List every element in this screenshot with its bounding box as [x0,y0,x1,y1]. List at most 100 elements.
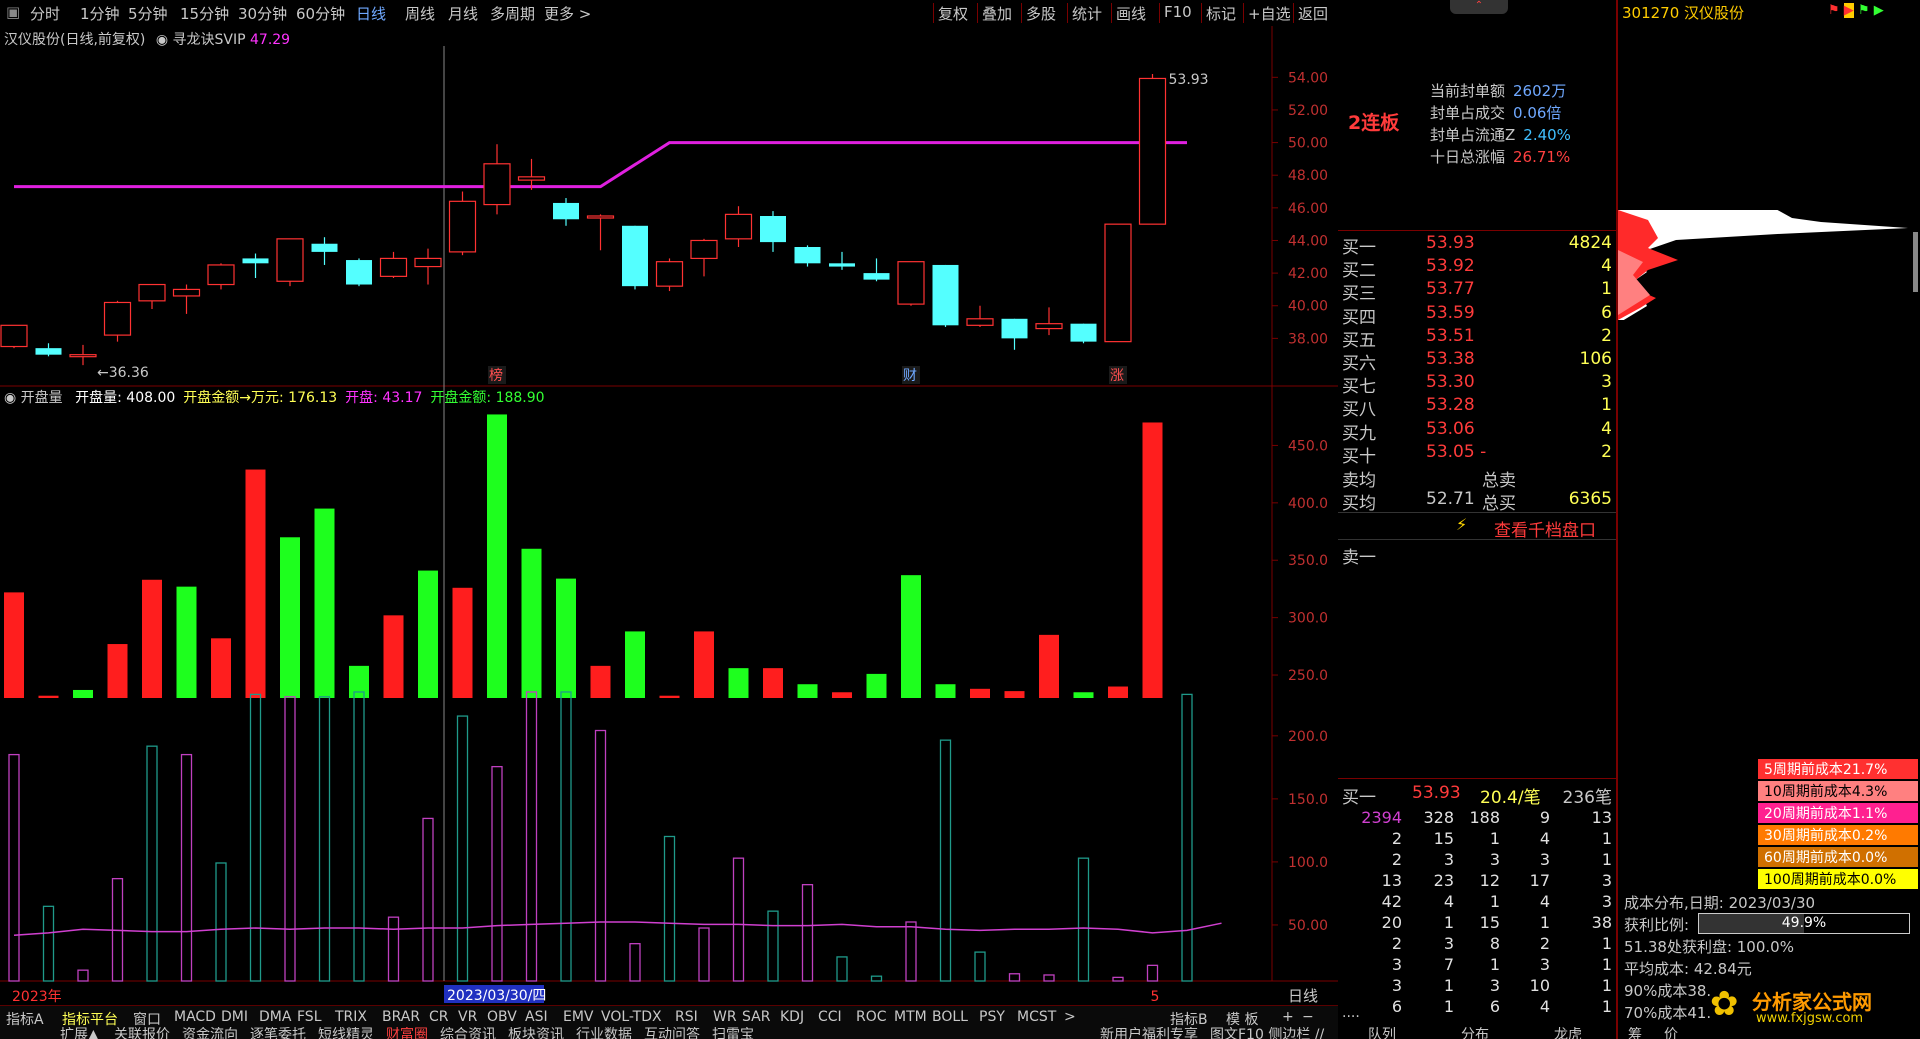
bid-row[interactable]: 买九 53.06 4 [1338,419,1618,444]
cost-distribution-chart[interactable] [1618,200,1920,380]
info-tab[interactable]: 新用户福利专享 [1100,1027,1198,1039]
indicator-tab[interactable]: MACD [174,1009,216,1025]
volume-bar[interactable] [418,570,438,698]
period-tab[interactable]: 5分钟 [128,3,168,24]
candle[interactable] [276,238,304,287]
bid-row[interactable]: 买八 53.28 1 [1338,395,1618,420]
arrow-icon[interactable]: ▶ [1874,3,1884,18]
volume-bar[interactable] [694,631,714,698]
event-marker[interactable]: 财 [903,368,917,384]
info-tab[interactable]: 财富圈 [386,1027,428,1039]
indicator-tab[interactable]: 指标B [1170,1009,1208,1029]
volume-bar[interactable] [590,665,611,698]
indicator-tab[interactable]: OBV [487,1009,517,1025]
indicator-tab[interactable]: PSY [979,1009,1005,1025]
volume-bar[interactable] [211,638,231,698]
toolbar-button[interactable]: 返回 [1298,3,1328,24]
volume-bar[interactable] [1142,422,1163,698]
info-tab[interactable]: 关联报价 [114,1027,170,1039]
indicator-tab[interactable]: FSL [297,1009,322,1025]
indicator-tab[interactable]: EMV [563,1009,594,1025]
candle[interactable] [448,191,477,256]
indicator-tab[interactable]: RSI [675,1009,698,1025]
info-tab[interactable]: 图文F10 侧边栏 // [1210,1027,1324,1039]
info-tab[interactable]: 短线精灵 [318,1027,374,1039]
volume-bar[interactable] [866,673,887,698]
volume-bar[interactable] [280,537,300,698]
info-tab[interactable]: 扫雷宝 [712,1027,754,1039]
bid-row[interactable]: 买七 53.30 3 [1338,372,1618,397]
period-tab[interactable]: 多周期 [490,3,535,24]
red-flag-icon[interactable]: ⚑ [1828,3,1840,18]
period-tab[interactable]: 月线 [448,3,478,24]
indicator-tab[interactable]: 模 板 [1226,1009,1258,1029]
bid-row[interactable]: 买五 53.51 2 [1338,326,1618,351]
cost-legend-item[interactable]: 60周期前成本0.0% [1758,847,1918,867]
volume-bar[interactable] [452,587,473,698]
indicator-tab[interactable]: VR [458,1009,477,1025]
indicator-tab[interactable]: SAR [742,1009,770,1025]
indicator-tab[interactable]: BRAR [382,1009,420,1025]
info-tab[interactable]: 板块资讯 [508,1027,564,1039]
info-tab[interactable]: 逐笔委托 [250,1027,306,1039]
volume-bar[interactable] [935,684,956,698]
volume-bar[interactable] [107,644,128,698]
indicator-tab[interactable]: CCI [818,1009,842,1025]
volume-bar[interactable] [797,684,818,698]
candle[interactable] [1070,323,1097,344]
volume-bar[interactable] [1004,691,1025,698]
event-marker[interactable]: 榜 [489,367,503,384]
indicator-tab[interactable]: 指标A [6,1009,44,1029]
eye-icon[interactable]: ◉ [156,32,168,48]
eye-icon[interactable]: ◉ [4,390,16,406]
volume-bar[interactable] [38,695,59,698]
volume-bar[interactable] [1108,686,1128,698]
volume-bar[interactable] [521,548,542,698]
volume-bar[interactable] [487,414,507,698]
indicator-tab[interactable]: VOL-TDX [601,1009,662,1025]
indicator-tab[interactable]: ASI [525,1009,548,1025]
indicator-tab[interactable]: 窗口 [133,1009,161,1029]
info-tab[interactable]: 综合资讯 [440,1027,496,1039]
flag-icons[interactable]: ⚑ ▶ ⚑ ▶ [1828,3,1884,18]
candle[interactable] [897,261,925,306]
volume-bar[interactable] [4,592,24,698]
volume-bar[interactable] [314,508,335,698]
volume-bar[interactable] [245,469,266,698]
indicator-tab[interactable]: BOLL [932,1009,968,1025]
period-tab[interactable]: 15分钟 [180,3,229,24]
bid-row[interactable]: 买一 53.93 4824 [1338,233,1618,258]
bid-row[interactable]: 买三 53.77 1 [1338,279,1618,304]
order-panel-tab[interactable]: 龙虎 [1554,1027,1582,1039]
volume-bar[interactable] [349,665,369,698]
volume-bar[interactable] [1073,692,1094,698]
cost-panel-tab[interactable]: 价 [1664,1027,1678,1039]
toolbar-button[interactable]: 统计 [1072,3,1102,24]
bid-row[interactable]: 买十 53.05 - 2 [1338,442,1618,467]
indicator-tab[interactable]: ROC [856,1009,887,1025]
indicator-tab[interactable]: MTM [894,1009,927,1025]
indicator-tab[interactable]: + [1282,1009,1294,1025]
order-panel-tab[interactable]: 分布 [1461,1027,1489,1039]
toolbar-button[interactable]: 标记 [1206,3,1236,24]
period-tab[interactable]: 周线 [405,3,435,24]
indicator-tab[interactable]: DMA [259,1009,291,1025]
indicator-tab[interactable]: DMI [221,1009,248,1025]
menu-icon[interactable]: ▣ [6,3,20,21]
green-flag-icon[interactable]: ⚑ [1858,3,1870,18]
period-tab[interactable]: 日线 [356,3,386,24]
toolbar-button[interactable]: 画线 [1116,3,1146,24]
candle[interactable] [0,324,28,349]
volume-bar[interactable] [142,579,162,698]
toolbar-button[interactable]: 复权 [938,3,968,24]
bid-row[interactable]: 买四 53.59 6 [1338,303,1618,328]
indicator-tab[interactable]: MCST [1017,1009,1056,1025]
candle[interactable] [1138,74,1167,225]
indicator-tab[interactable]: TRIX [335,1009,367,1025]
period-tab[interactable]: 分时 [30,3,60,24]
bid-row[interactable]: 买二 53.92 4 [1338,256,1618,281]
cost-legend-item[interactable]: 30周期前成本0.2% [1758,825,1918,845]
volume-bar[interactable] [832,692,852,698]
info-tab[interactable]: 行业数据 [576,1027,632,1039]
volume-bar[interactable] [1039,634,1059,698]
